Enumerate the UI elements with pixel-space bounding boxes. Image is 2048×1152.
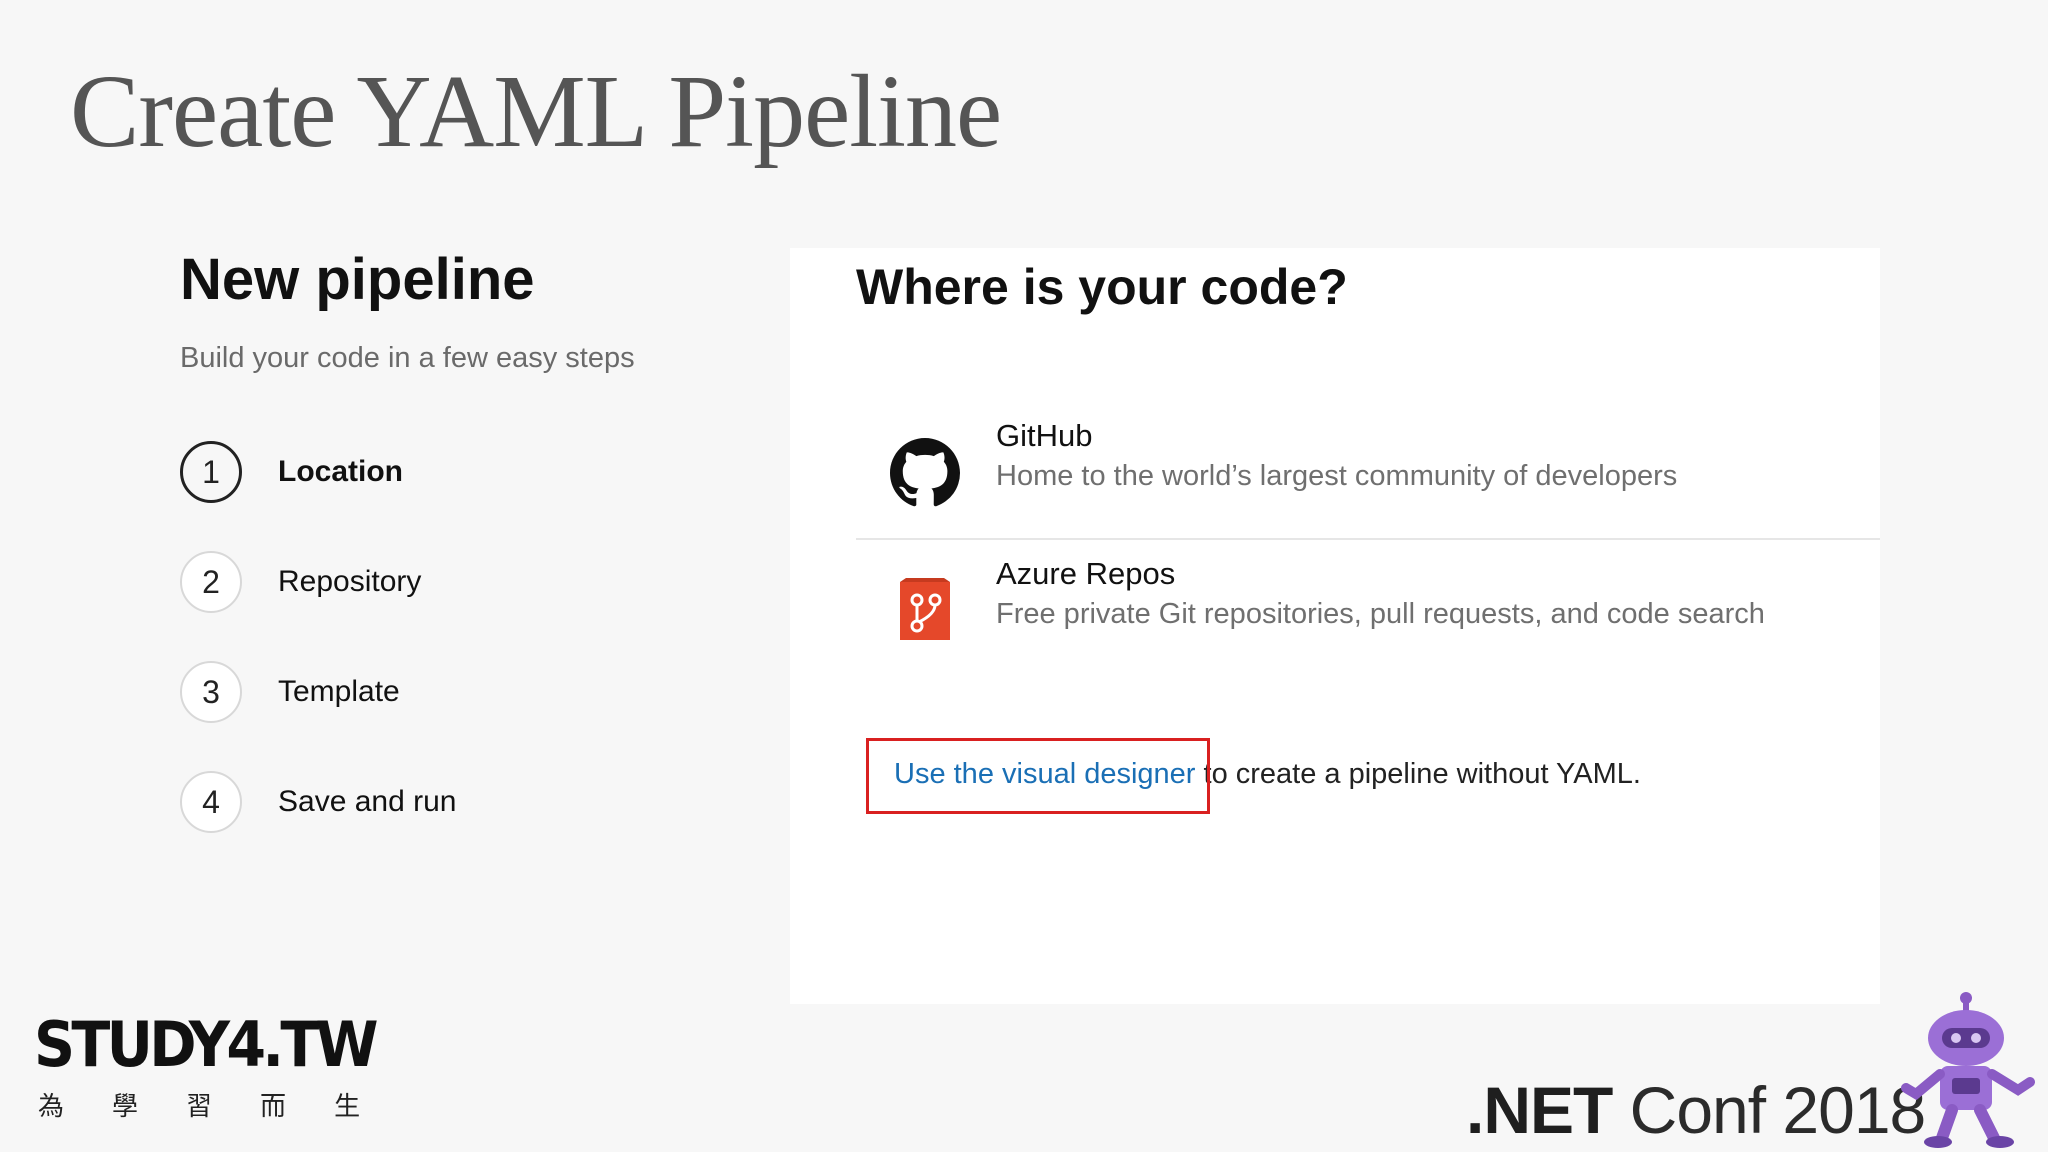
source-name: GitHub [996, 418, 1093, 453]
step-template[interactable]: 3 Template [180, 659, 740, 725]
wizard-heading: New pipeline [180, 247, 535, 312]
step-number: 4 [180, 771, 242, 833]
logo-char: 習 [186, 1092, 213, 1122]
netconf-name: Conf 2018 [1612, 1073, 1927, 1147]
netconf-brand: .NET [1466, 1073, 1613, 1147]
source-description: Home to the world’s largest community of… [996, 460, 1678, 492]
step-label: Save and run [278, 785, 457, 818]
card-title: Where is your code? [856, 259, 1348, 315]
step-number: 2 [180, 551, 242, 613]
study4-logo-subtitle: 為 學 習 而 生 [38, 1086, 394, 1123]
dotnet-bot-icon [1901, 992, 2035, 1148]
logo-char: 為 [38, 1092, 65, 1122]
step-location[interactable]: 1 Location [180, 439, 740, 505]
wizard-steps: 1 Location 2 Repository 3 Template 4 Sav… [180, 439, 740, 835]
wizard-panel: New pipeline Build your code in a few ea… [180, 240, 740, 879]
step-save-and-run[interactable]: 4 Save and run [180, 769, 740, 835]
logo-char: 生 [334, 1092, 361, 1122]
azure-repos-icon [900, 578, 950, 640]
github-icon [890, 438, 960, 507]
logo-char: 學 [112, 1092, 139, 1122]
slide: Create YAML Pipeline New pipeline Build … [0, 0, 2048, 1152]
source-option-github[interactable]: GitHub Home to the world’s largest commu… [856, 418, 1880, 540]
step-number: 3 [180, 661, 242, 723]
wizard-subtitle: Build your code in a few easy steps [180, 342, 635, 374]
source-description: Free private Git repositories, pull requ… [996, 598, 1765, 630]
slide-title: Create YAML Pipeline [70, 54, 1002, 169]
step-label: Location [278, 455, 403, 488]
study4-logo-text: STUDY4.TW [34, 1008, 379, 1081]
netconf-logo: .NET Conf 2018 [1466, 1072, 1927, 1148]
highlight-box [866, 738, 1210, 814]
step-number: 1 [180, 441, 242, 503]
study4-logo: STUDY4.TW 為 學 習 而 生 [34, 1010, 394, 1135]
step-repository[interactable]: 2 Repository [180, 549, 740, 615]
source-name: Azure Repos [996, 556, 1176, 591]
logo-char: 而 [260, 1092, 287, 1122]
visual-designer-suffix: to create a pipeline without YAML. [1195, 758, 1641, 790]
source-option-azure-repos[interactable]: Azure Repos Free private Git repositorie… [856, 556, 1880, 676]
code-source-card: Where is your code? GitHub Home to the w… [790, 248, 1880, 1004]
step-label: Template [278, 675, 400, 708]
step-label: Repository [278, 565, 422, 598]
